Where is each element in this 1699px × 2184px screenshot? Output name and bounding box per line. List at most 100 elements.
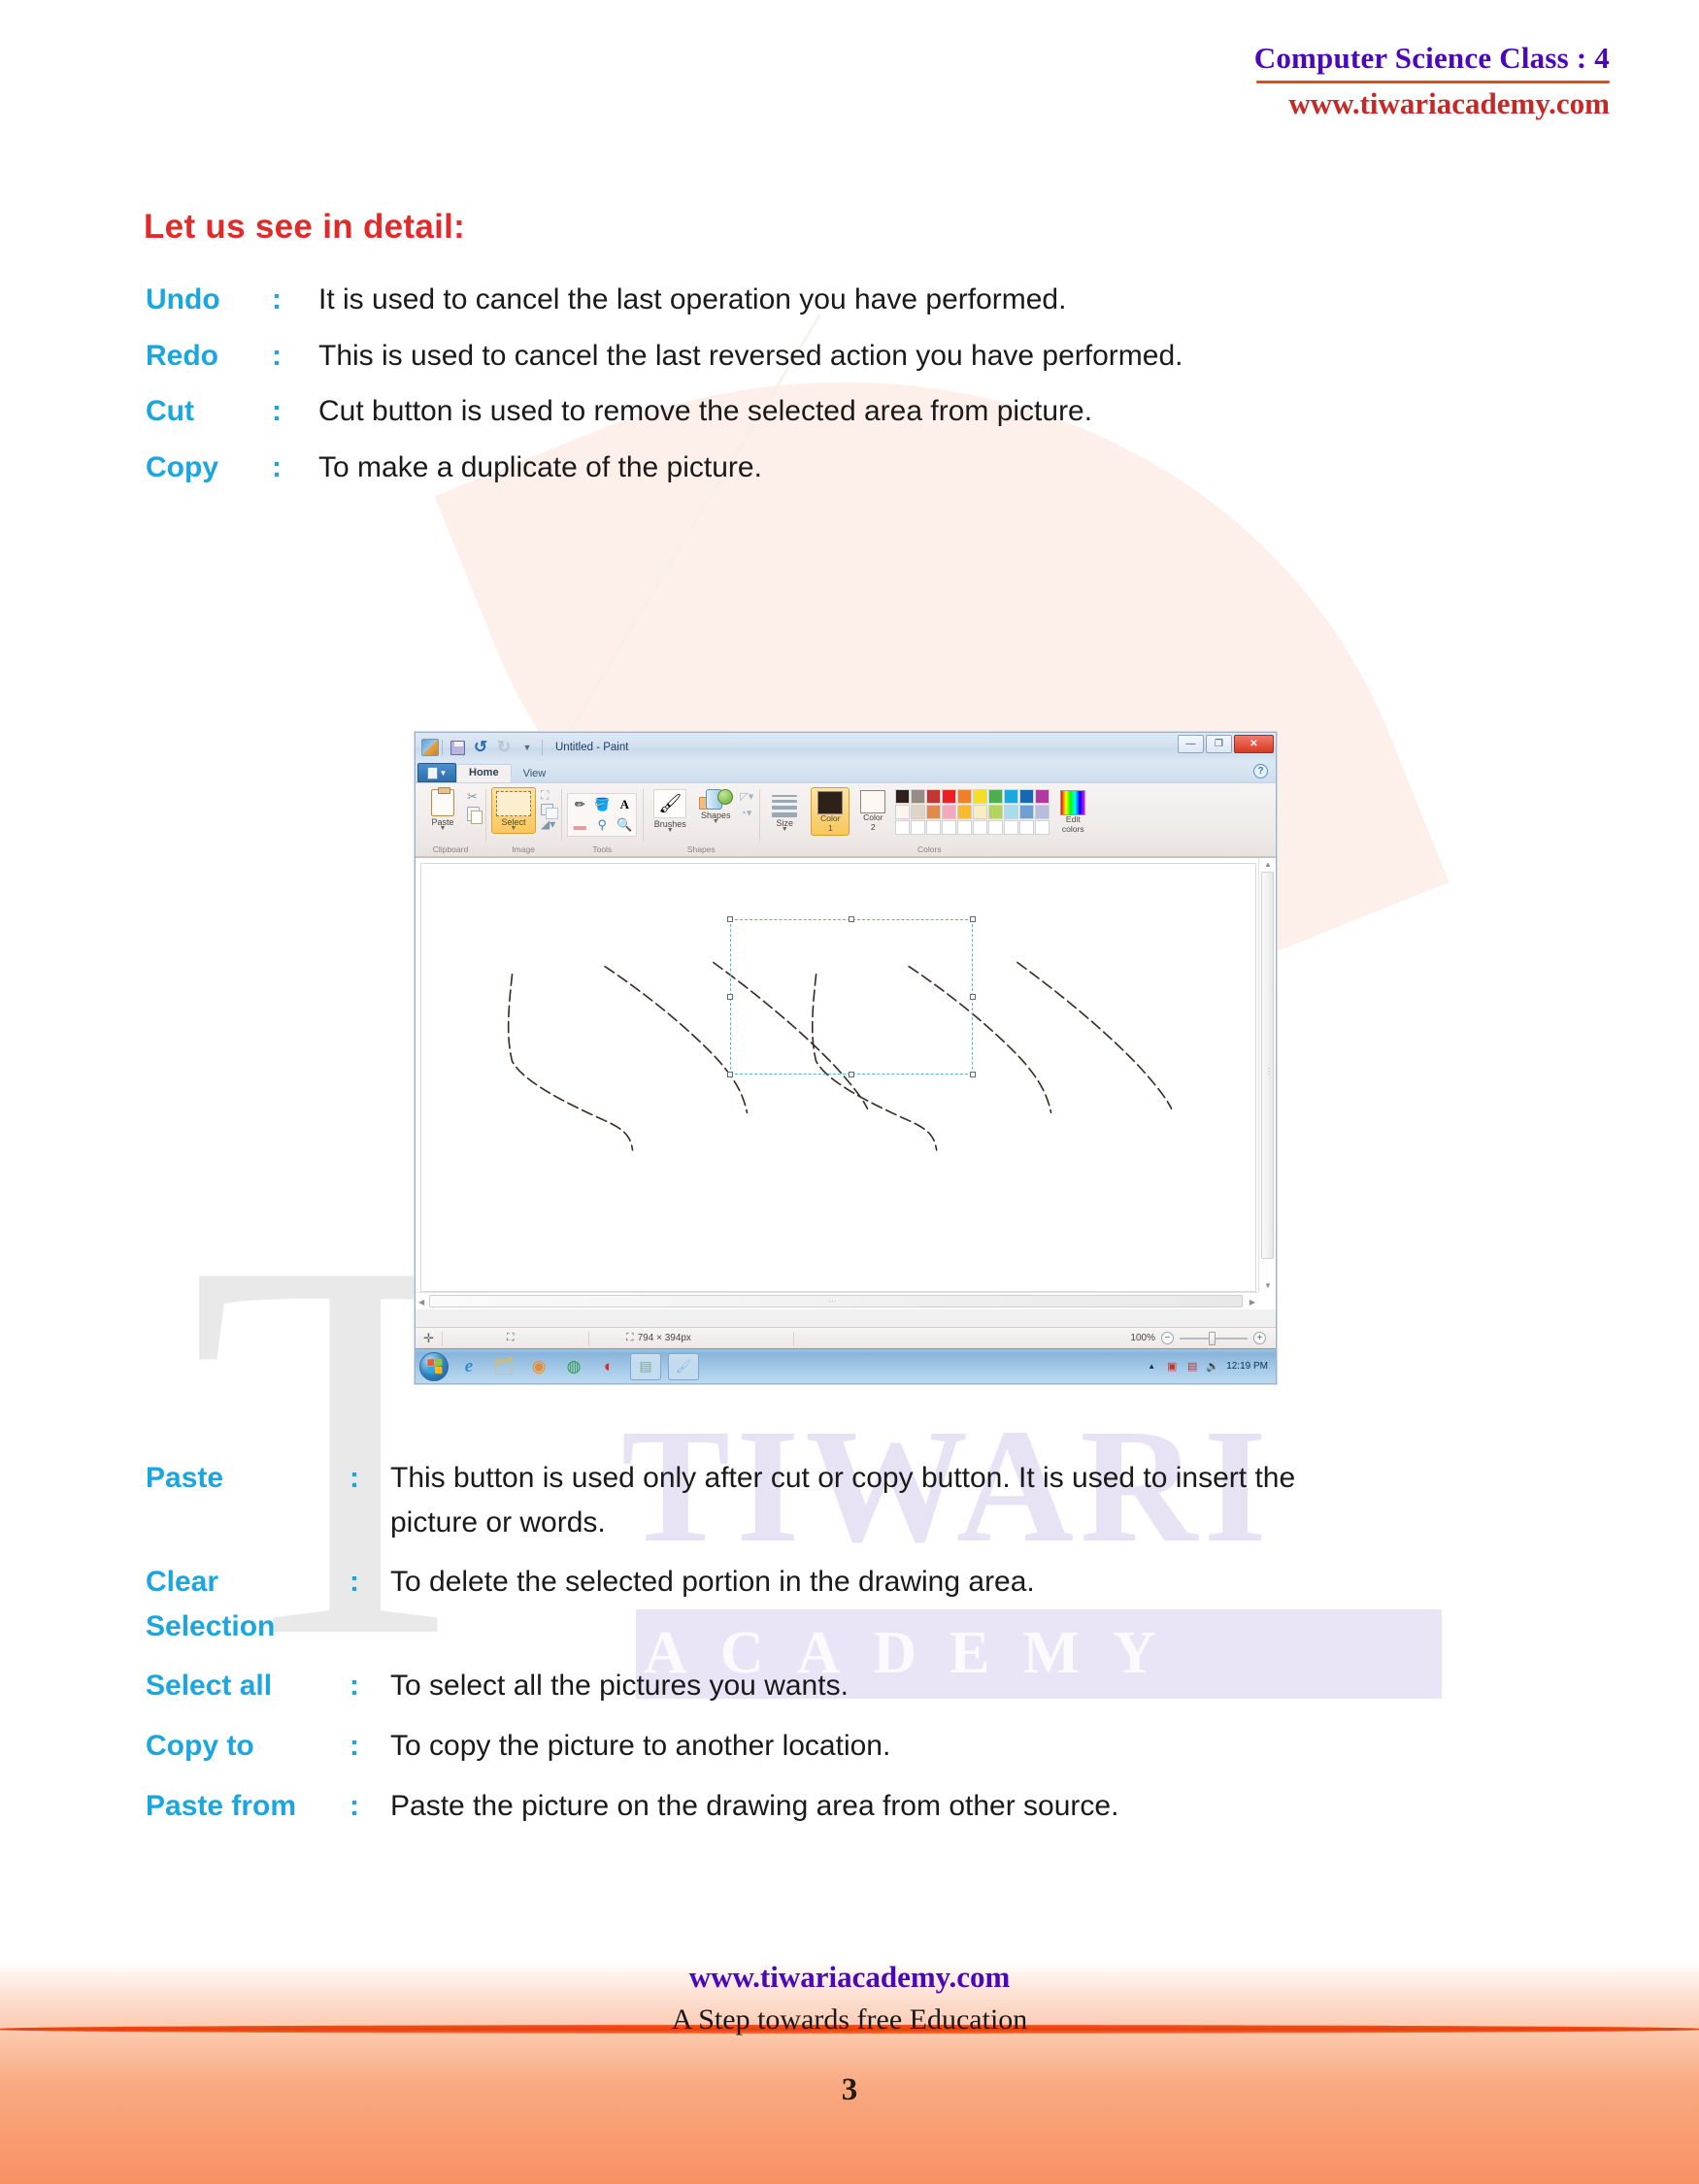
palette-swatch[interactable]	[988, 820, 1004, 835]
flash-icon[interactable]: ▤	[1185, 1360, 1199, 1373]
outline-icon[interactable]: ◸▾	[740, 790, 753, 803]
scissors-icon[interactable]: ✂	[467, 790, 480, 803]
palette-swatch[interactable]	[1035, 805, 1050, 819]
scroll-right-icon[interactable]: ▶	[1249, 1298, 1255, 1307]
palette-swatch[interactable]	[895, 805, 911, 819]
color-palette[interactable]	[895, 787, 1050, 835]
horizontal-scrollbar[interactable]: ◀ ⋯ ▶	[416, 1292, 1258, 1309]
tab-home[interactable]: Home	[456, 764, 512, 782]
minimize-button[interactable]: —	[1178, 735, 1204, 753]
zoom-in-button[interactable]: +	[1253, 1332, 1266, 1344]
text-icon[interactable]: A	[614, 795, 635, 814]
volume-icon[interactable]: 🔊	[1206, 1360, 1219, 1373]
palette-swatch[interactable]	[957, 789, 973, 804]
palette-swatch[interactable]	[957, 820, 973, 835]
palette-swatch[interactable]	[895, 820, 911, 835]
palette-swatch[interactable]	[1035, 789, 1050, 804]
palette-swatch[interactable]	[973, 789, 988, 804]
redo-icon[interactable]: ↻	[494, 738, 514, 757]
app-window-icon[interactable]: ▤	[630, 1352, 661, 1380]
palette-swatch[interactable]	[1019, 805, 1035, 819]
explorer-icon[interactable]: 🗂	[489, 1353, 518, 1380]
antivirus-icon[interactable]: ▣	[1165, 1360, 1179, 1373]
select-button[interactable]: Select ▼	[491, 787, 536, 834]
palette-swatch[interactable]	[1019, 789, 1035, 804]
scroll-down-icon[interactable]: ▼	[1264, 1281, 1272, 1290]
palette-swatch[interactable]	[926, 789, 942, 804]
color2-swatch-button[interactable]: Color 2	[853, 787, 892, 834]
selection-handle-nw[interactable]	[727, 916, 733, 922]
palette-swatch[interactable]	[895, 789, 911, 804]
palette-swatch[interactable]	[926, 805, 942, 819]
palette-swatch[interactable]	[957, 805, 973, 819]
save-icon[interactable]	[448, 738, 467, 757]
palette-swatch[interactable]	[911, 805, 926, 819]
selection-handle-n[interactable]	[849, 916, 854, 922]
zoom-slider-thumb[interactable]	[1209, 1331, 1216, 1345]
tab-view[interactable]: View	[512, 766, 558, 782]
vertical-scrollbar[interactable]: ▲ ⋮ ▼	[1258, 858, 1276, 1292]
paint-app-icon[interactable]	[421, 739, 439, 756]
selection-handle-e[interactable]	[970, 994, 976, 1000]
close-button[interactable]: ✕	[1234, 735, 1274, 753]
palette-swatch[interactable]	[973, 805, 988, 819]
help-icon[interactable]: ?	[1253, 764, 1268, 778]
scroll-up-icon[interactable]: ▲	[1264, 860, 1272, 869]
media-player-icon[interactable]: ◉	[524, 1353, 553, 1380]
selection-marquee[interactable]	[727, 916, 976, 1077]
selection-handle-s[interactable]	[849, 1072, 854, 1077]
drawing-canvas[interactable]	[420, 863, 1256, 1292]
zoom-slider[interactable]	[1180, 1331, 1248, 1345]
color1-swatch-button[interactable]: Color 1	[811, 787, 850, 836]
palette-swatch[interactable]	[973, 820, 988, 835]
size-button[interactable]: Size ▼	[765, 787, 804, 833]
palette-swatch[interactable]	[942, 789, 957, 804]
brushes-button[interactable]: 🖌 Brushes ▼	[649, 787, 691, 834]
magnifier-icon[interactable]: 🔍	[614, 815, 635, 835]
palette-swatch[interactable]	[1019, 820, 1035, 835]
customize-quick-access-icon[interactable]: ▼	[517, 738, 537, 757]
undo-icon[interactable]: ↺	[471, 738, 490, 757]
copy-icon[interactable]	[467, 807, 483, 824]
paint-canvas-area[interactable]: ▲ ⋮ ▼ ◀ ⋯ ▶	[416, 857, 1276, 1309]
palette-swatch[interactable]	[942, 820, 957, 835]
palette-swatch[interactable]	[1004, 820, 1019, 835]
palette-swatch[interactable]	[1004, 805, 1019, 819]
palette-swatch[interactable]	[911, 820, 926, 835]
palette-swatch[interactable]	[911, 789, 926, 804]
palette-swatch[interactable]	[942, 805, 957, 819]
vertical-scroll-thumb[interactable]	[1261, 872, 1274, 1259]
edit-colors-button[interactable]: Edit colors	[1052, 787, 1093, 835]
scroll-left-icon[interactable]: ◀	[418, 1298, 424, 1307]
selection-handle-w[interactable]	[727, 994, 733, 1000]
color-picker-icon[interactable]: ⚲	[591, 815, 613, 835]
crop-icon[interactable]: ⛶	[541, 789, 555, 801]
selection-handle-se[interactable]	[970, 1072, 976, 1077]
palette-swatch[interactable]	[1004, 789, 1019, 804]
fill-shape-icon[interactable]: ◔▾	[740, 807, 753, 819]
palette-swatch[interactable]	[988, 789, 1004, 804]
pencil-icon[interactable]: ✏	[569, 795, 590, 814]
taskbar-clock[interactable]: 12:19 PM	[1226, 1361, 1268, 1372]
rotate-icon[interactable]: ◢▾	[541, 818, 555, 830]
opera-icon[interactable]: ◐	[594, 1353, 623, 1380]
paste-button[interactable]: Paste ▼	[421, 787, 464, 832]
paint-window-icon[interactable]: 🖌	[668, 1352, 699, 1380]
zoom-out-button[interactable]: −	[1161, 1332, 1174, 1344]
windows-start-orb[interactable]	[419, 1351, 449, 1381]
definition-colon: :	[350, 1789, 359, 1822]
palette-swatch[interactable]	[1035, 820, 1050, 835]
palette-swatch[interactable]	[988, 805, 1004, 819]
file-menu-button[interactable]: ▼	[417, 763, 456, 782]
palette-swatch[interactable]	[926, 820, 942, 835]
eraser-icon[interactable]: ▬	[569, 815, 590, 835]
chrome-icon[interactable]: ◍	[559, 1353, 588, 1380]
fill-icon[interactable]: 🪣	[591, 795, 613, 814]
show-hidden-icon[interactable]: ▲	[1145, 1360, 1158, 1373]
restore-button[interactable]: ❐	[1206, 735, 1232, 753]
resize-icon[interactable]	[541, 804, 558, 819]
internet-explorer-icon[interactable]: e	[454, 1353, 483, 1380]
selection-handle-sw[interactable]	[727, 1072, 733, 1077]
selection-handle-ne[interactable]	[970, 916, 976, 922]
shapes-button[interactable]: Shapes ▼	[694, 787, 737, 825]
